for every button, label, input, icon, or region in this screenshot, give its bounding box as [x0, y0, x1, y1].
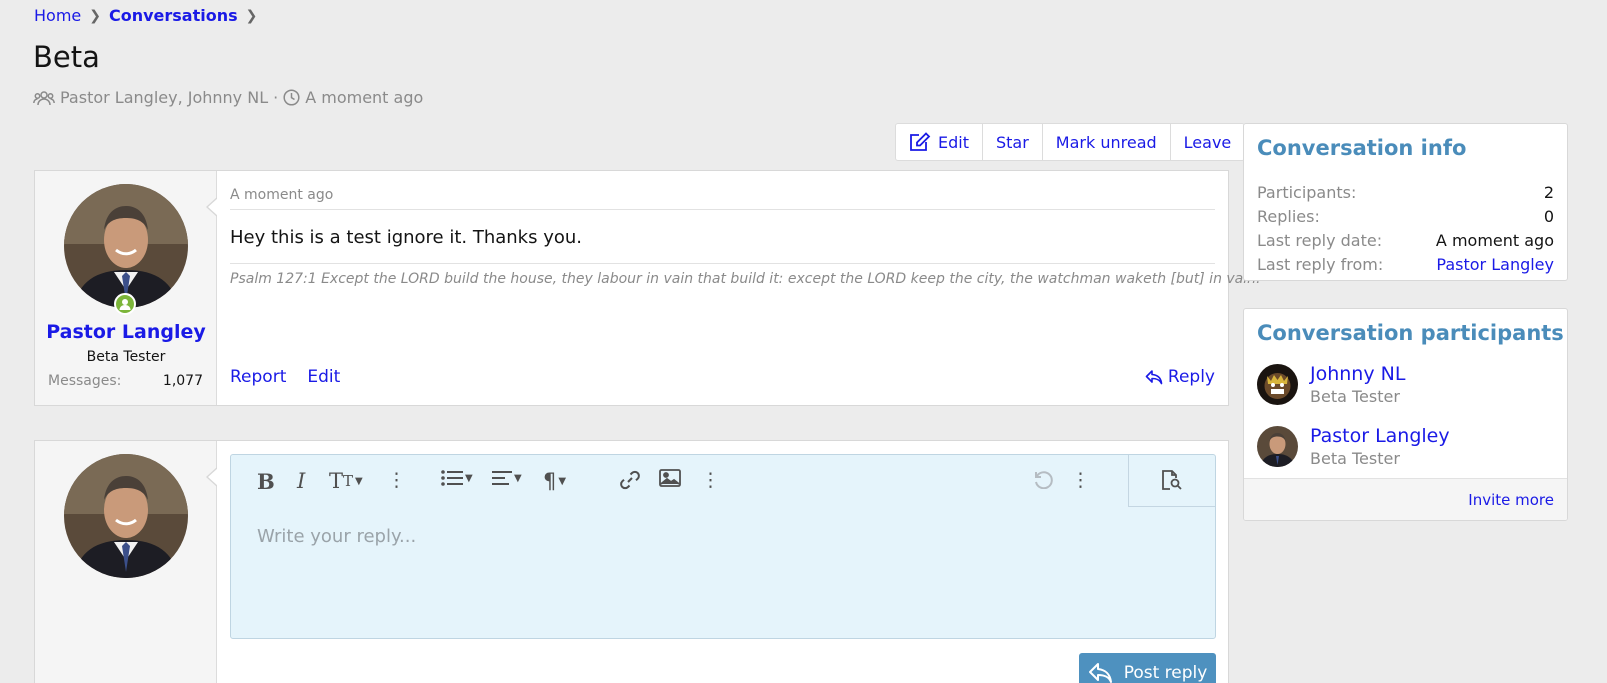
reply-label: Reply — [1167, 367, 1215, 387]
bold-icon[interactable]: B — [257, 469, 275, 494]
signature: Psalm 127:1 Except the LORD build the ho… — [230, 271, 1261, 287]
avatar[interactable] — [64, 454, 188, 578]
conversation-participants: Conversation participants Johnny NL Beta… — [1243, 308, 1568, 521]
reply-user-cell — [35, 441, 217, 683]
more-icon[interactable]: ⋮ — [387, 469, 406, 491]
info-title: Conversation info — [1257, 136, 1467, 160]
mark-unread-button[interactable]: Mark unread — [1041, 124, 1170, 160]
message-text: Hey this is a test ignore it. Thanks you… — [230, 227, 583, 248]
avatar[interactable] — [1257, 426, 1298, 467]
edit-icon — [910, 132, 931, 151]
last-reply-user-link[interactable]: Pastor Langley — [1436, 253, 1554, 277]
message-body: A moment ago Hey this is a test ignore i… — [230, 171, 1260, 405]
breadcrumb-home[interactable]: Home — [34, 6, 81, 25]
edit-label: Edit — [938, 132, 969, 152]
preview-icon[interactable] — [1160, 469, 1184, 491]
post-reply-button[interactable]: Post reply — [1079, 653, 1216, 683]
info-list: Participants: 2 Replies: 0 Last reply da… — [1257, 181, 1554, 277]
message: Pastor Langley Beta Tester Messages: 1,0… — [34, 170, 1260, 406]
more-icon[interactable]: ⋮ — [701, 469, 720, 491]
participant-name-link[interactable]: Pastor Langley — [1310, 425, 1450, 447]
message-time[interactable]: A moment ago — [230, 187, 333, 203]
online-indicator-icon — [114, 293, 136, 315]
info-value: 0 — [1543, 207, 1554, 226]
chevron-right-icon: ❯ — [245, 7, 258, 24]
participants-footer: Invite more — [1244, 478, 1567, 520]
info-value: 2 — [1543, 183, 1554, 202]
align-icon[interactable]: ▼ — [492, 469, 522, 487]
stat-value: 1,077 — [162, 373, 203, 389]
message-arrow — [206, 197, 218, 217]
reply-icon — [1145, 370, 1163, 385]
info-label: Replies: — [1257, 207, 1320, 226]
user-title: Beta Tester — [86, 349, 166, 365]
leave-button[interactable]: Leave — [1169, 124, 1245, 160]
invite-more-link[interactable]: Invite more — [1468, 491, 1554, 509]
participant-title: Beta Tester — [1310, 449, 1400, 468]
edit-button[interactable]: Edit — [896, 124, 982, 160]
quick-reply: B I T T ▼ ⋮ ▼ ▼ ¶ ▼ ⋮ ⋮ Write your reply… — [34, 440, 1229, 683]
user-name-link[interactable]: Pastor Langley — [35, 321, 217, 343]
stat-label: Messages: — [48, 373, 122, 389]
reply-input[interactable]: Write your reply... — [257, 526, 416, 547]
text-size-icon[interactable]: T T ▼ — [329, 469, 363, 493]
link-icon[interactable] — [619, 469, 641, 491]
users-icon — [33, 90, 55, 105]
page-title: Beta — [33, 40, 100, 74]
participant-info: Pastor Langley Beta Tester — [1310, 425, 1450, 468]
message-user-cell: Pastor Langley Beta Tester Messages: 1,0… — [35, 171, 217, 405]
chevron-right-icon: ❯ — [89, 7, 101, 24]
undo-icon[interactable] — [1031, 469, 1053, 489]
conversation-time: A moment ago — [305, 88, 424, 107]
info-label: Last reply date: — [1257, 231, 1383, 250]
conversation-actions: Edit Star Mark unread Leave — [895, 123, 1246, 161]
participant-name-link[interactable]: Johnny NL — [1310, 363, 1405, 385]
edit-link[interactable]: Edit — [307, 367, 340, 387]
participants-text: Pastor Langley, Johnny NL — [60, 88, 269, 107]
message-actions: Report Edit — [230, 367, 340, 387]
editor-toolbar: B I T T ▼ ⋮ ▼ ▼ ¶ ▼ ⋮ ⋮ — [231, 455, 1215, 507]
participants-title: Conversation participants — [1257, 321, 1564, 345]
report-link[interactable]: Report — [230, 367, 286, 387]
breadcrumb-conversations[interactable]: Conversations — [109, 6, 238, 25]
avatar[interactable] — [1257, 364, 1298, 405]
info-value: A moment ago — [1435, 231, 1554, 250]
participant-title: Beta Tester — [1310, 387, 1400, 406]
post-reply-label: Post reply — [1123, 663, 1208, 683]
reply-link[interactable]: Reply — [1145, 367, 1215, 387]
breadcrumb: Home ❯ Conversations ❯ — [34, 6, 257, 25]
reply-icon — [1088, 663, 1112, 683]
conversation-meta: Pastor Langley, Johnny NL · A moment ago — [33, 88, 423, 107]
participant-info: Johnny NL Beta Tester — [1310, 363, 1405, 406]
conversation-info: Conversation info Participants: 2 Replie… — [1243, 123, 1568, 281]
user-message-count: Messages: 1,077 — [48, 373, 203, 389]
participant-item: Johnny NL Beta Tester — [1257, 363, 1405, 406]
star-button[interactable]: Star — [981, 124, 1042, 160]
divider — [230, 209, 1215, 210]
avatar[interactable] — [64, 184, 188, 308]
reply-arrow — [206, 467, 218, 487]
clock-icon — [283, 89, 300, 106]
divider — [230, 263, 1215, 264]
more-icon[interactable]: ⋮ — [1071, 469, 1090, 491]
reply-editor[interactable]: B I T T ▼ ⋮ ▼ ▼ ¶ ▼ ⋮ ⋮ Write your reply… — [230, 454, 1216, 639]
participant-item: Pastor Langley Beta Tester — [1257, 425, 1450, 468]
info-row: Last reply from: Pastor Langley — [1257, 253, 1554, 277]
info-row: Last reply date: A moment ago — [1257, 229, 1554, 253]
list-icon[interactable]: ▼ — [441, 469, 473, 487]
italic-icon[interactable]: I — [297, 469, 305, 493]
info-row: Replies: 0 — [1257, 205, 1554, 229]
info-label: Last reply from: — [1257, 255, 1384, 274]
info-row: Participants: 2 — [1257, 181, 1554, 205]
paragraph-icon[interactable]: ¶ ▼ — [543, 469, 566, 493]
preview-area — [1129, 455, 1215, 507]
image-icon[interactable] — [659, 469, 681, 487]
meta-separator: · — [273, 88, 279, 107]
info-label: Participants: — [1257, 183, 1357, 202]
